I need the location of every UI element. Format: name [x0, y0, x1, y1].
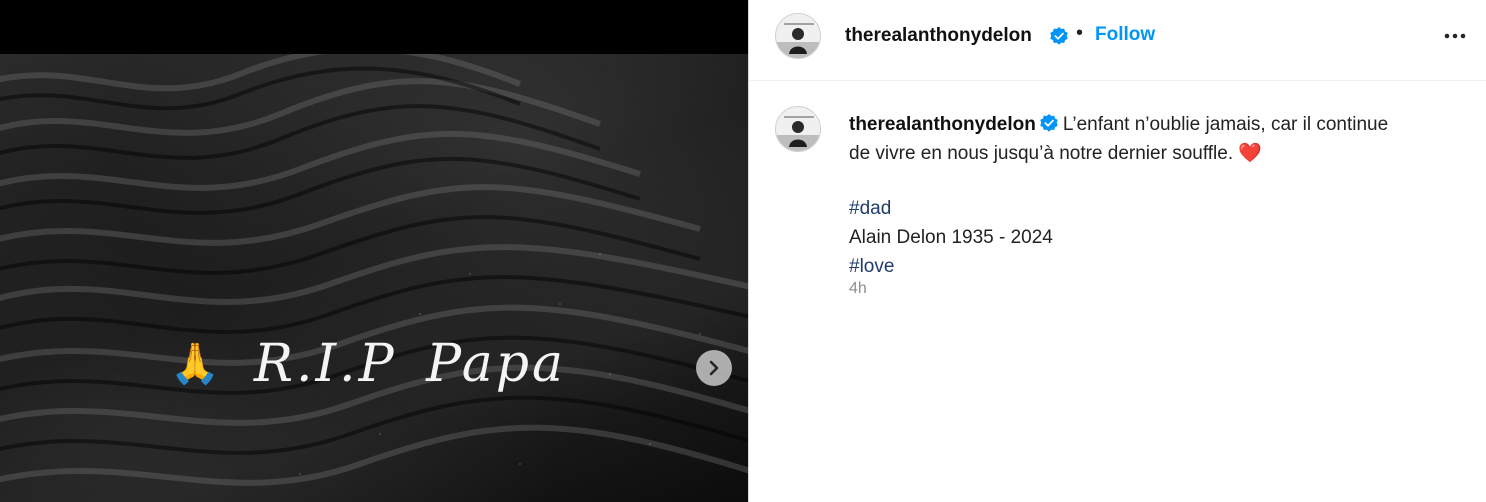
- follow-button[interactable]: Follow: [1095, 24, 1155, 46]
- post-header: therealanthonydelon • Follow: [749, 0, 1486, 81]
- post-media: 🙏 R.I.P Papa: [0, 0, 748, 502]
- post-overlay-text: R.I.P Papa: [253, 334, 567, 394]
- verified-badge-icon: [1040, 114, 1058, 132]
- post-overlay-caption: 🙏 R.I.P Papa: [170, 334, 566, 394]
- sand-texture: [0, 54, 748, 486]
- post-timestamp[interactable]: 4h: [849, 280, 867, 298]
- hashtag-dad-link[interactable]: #dad: [849, 194, 1449, 223]
- caption-text-line-1: L’enfant n’oublie jamais, car il continu…: [1062, 114, 1389, 135]
- caption-username[interactable]: therealanthonydelon: [849, 114, 1036, 135]
- caption-line-1: therealanthonydelon L’enfant n’oublie ja…: [849, 110, 1449, 139]
- heart-emoji: ❤️: [1238, 143, 1263, 164]
- post-photo: 🙏 R.I.P Papa: [0, 54, 748, 502]
- avatar-image: [776, 107, 820, 151]
- more-options-icon[interactable]: [1441, 22, 1469, 50]
- caption-dates-line: Alain Delon 1935 - 2024: [849, 227, 1053, 248]
- verified-badge-icon: [1050, 27, 1068, 45]
- caption-text-line-2: de vivre en nous jusqu’à notre dernier s…: [849, 143, 1234, 164]
- next-slide-button[interactable]: [696, 350, 732, 386]
- caption-avatar[interactable]: [775, 106, 821, 152]
- header-username[interactable]: therealanthonydelon: [845, 25, 1032, 47]
- chevron-right-icon: [709, 360, 719, 376]
- post-caption: therealanthonydelon L’enfant n’oublie ja…: [849, 110, 1449, 281]
- praying-hands-emoji: 🙏: [170, 342, 220, 386]
- avatar-image: [776, 14, 820, 58]
- separator-dot: •: [1076, 22, 1084, 44]
- caption-line-2: de vivre en nous jusqu’à notre dernier s…: [849, 139, 1449, 168]
- caption-block: therealanthonydelon L’enfant n’oublie ja…: [749, 82, 1486, 502]
- avatar[interactable]: [775, 13, 821, 59]
- hashtag-love-link[interactable]: #love: [849, 252, 1449, 281]
